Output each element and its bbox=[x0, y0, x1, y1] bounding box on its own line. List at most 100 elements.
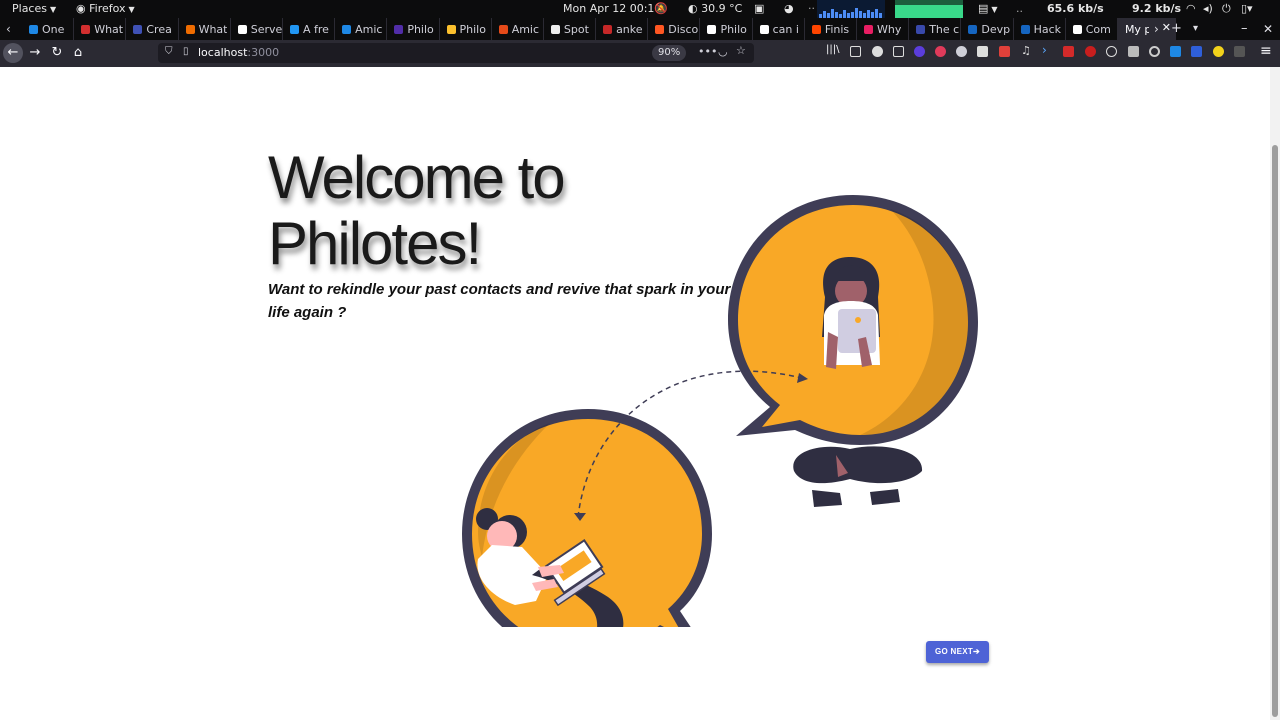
library-icon[interactable]: |||\ bbox=[826, 44, 839, 55]
tab-title: Philo bbox=[459, 22, 486, 36]
volume-icon[interactable]: ◂) bbox=[1203, 2, 1213, 16]
reload-icon[interactable]: ↻ bbox=[47, 43, 67, 63]
extension-1-icon[interactable] bbox=[872, 46, 883, 57]
browser-tab[interactable]: Philo bbox=[387, 18, 440, 40]
extension-11-icon[interactable] bbox=[1128, 46, 1139, 57]
tab-favicon-icon bbox=[133, 24, 143, 34]
browser-tab[interactable]: Disco bbox=[648, 18, 701, 40]
bookmark-star-icon[interactable]: ☆ bbox=[736, 44, 746, 57]
browser-tab[interactable]: Spot bbox=[544, 18, 597, 40]
back-arrow-icon[interactable]: ← bbox=[3, 43, 23, 63]
browser-tab[interactable]: What bbox=[179, 18, 231, 40]
browser-tab[interactable]: Hack bbox=[1014, 18, 1066, 40]
extension-5-icon[interactable] bbox=[956, 46, 967, 57]
new-tab-icon[interactable]: + bbox=[1171, 21, 1182, 36]
memory-graph bbox=[895, 0, 963, 18]
extension-3-icon[interactable] bbox=[914, 46, 925, 57]
forward-arrow-icon[interactable]: → bbox=[25, 43, 45, 63]
tab-title: Philo bbox=[407, 22, 434, 36]
upload-speed: 9.2 kb/s bbox=[1132, 2, 1182, 15]
tab-favicon-icon bbox=[446, 24, 456, 34]
minimize-icon[interactable]: – bbox=[1241, 21, 1248, 36]
wifi-icon[interactable]: ◠ bbox=[1186, 2, 1196, 16]
notifications-muted-icon: 🔕 bbox=[654, 2, 668, 15]
browser-tab[interactable]: Amic bbox=[335, 18, 388, 40]
browser-tab[interactable]: The c bbox=[909, 18, 962, 40]
browser-tab[interactable]: What bbox=[74, 18, 127, 40]
page-info-icon[interactable]: ▯ bbox=[183, 46, 189, 57]
scrollbar-thumb[interactable] bbox=[1272, 145, 1278, 717]
extension-13-icon[interactable] bbox=[1170, 46, 1181, 57]
places-menu[interactable]: Places ▼ bbox=[12, 2, 56, 17]
battery-icon[interactable]: ▯▾ bbox=[1241, 2, 1253, 16]
extension-2-icon[interactable] bbox=[893, 46, 904, 57]
extension-7-icon[interactable]: › bbox=[1042, 43, 1053, 57]
extension-10-icon[interactable] bbox=[1106, 46, 1117, 57]
firefox-app-menu[interactable]: ◉ Firefox ▼ bbox=[76, 2, 135, 17]
browser-tab[interactable]: Finis bbox=[805, 18, 857, 40]
pocket-icon[interactable]: ◡ bbox=[718, 45, 728, 58]
browser-tab[interactable]: Why bbox=[857, 18, 910, 40]
zoom-level-badge[interactable]: 90% bbox=[652, 45, 687, 61]
tab-title: Finis bbox=[824, 22, 850, 36]
browser-tab[interactable]: can i bbox=[753, 18, 805, 40]
browser-tab[interactable]: A fre bbox=[283, 18, 336, 40]
tab-title: Disco bbox=[668, 22, 699, 36]
extension-12-icon[interactable] bbox=[1149, 46, 1160, 57]
tab-title: anke bbox=[616, 22, 643, 36]
tracking-shield-icon[interactable]: ⛉ bbox=[165, 46, 173, 57]
tab-title: Spot bbox=[563, 22, 589, 36]
browser-tab[interactable]: Amic bbox=[492, 18, 544, 40]
tab-title: Com bbox=[1085, 22, 1111, 36]
browser-tab[interactable]: Com bbox=[1066, 18, 1118, 40]
separator-dots: ·· bbox=[808, 2, 815, 15]
extension-6-icon[interactable] bbox=[977, 46, 988, 57]
power-icon[interactable]: ⏻ bbox=[1222, 2, 1231, 16]
tab-favicon-icon bbox=[968, 24, 978, 34]
tab-favicon-icon bbox=[29, 24, 38, 34]
extension-9-icon[interactable] bbox=[1085, 46, 1096, 57]
system-top-bar: Places ▼ ◉ Firefox ▼ Mon Apr 12 00:10 🔕 ◐ … bbox=[0, 0, 1280, 18]
extension-15-icon[interactable] bbox=[1213, 46, 1224, 57]
url-text[interactable]: localhost:3000 bbox=[198, 46, 279, 59]
clock[interactable]: Mon Apr 12 00:10 bbox=[563, 2, 661, 16]
home-icon[interactable]: ⌂ bbox=[68, 43, 88, 63]
page-actions-icon[interactable]: ••• bbox=[698, 45, 717, 58]
go-next-button[interactable]: GO NEXT➔ bbox=[926, 641, 989, 663]
tab-favicon-icon bbox=[550, 24, 560, 34]
extension-4-icon[interactable] bbox=[935, 46, 946, 57]
browser-tab[interactable]: Serve bbox=[231, 18, 283, 40]
browser-tab[interactable]: Devp bbox=[961, 18, 1014, 40]
extension-16-icon[interactable] bbox=[1234, 46, 1245, 57]
tab-title: Hack bbox=[1033, 22, 1061, 36]
tab-favicon-icon bbox=[707, 24, 717, 34]
browser-tab[interactable]: Philo bbox=[440, 18, 492, 40]
gmail-icon[interactable] bbox=[999, 46, 1010, 57]
page-scrollbar[interactable] bbox=[1270, 67, 1280, 720]
music-icon[interactable]: ♫ bbox=[1021, 44, 1032, 57]
browser-tab[interactable]: One bbox=[22, 18, 75, 40]
browser-tab[interactable]: My pa ✕ bbox=[1117, 18, 1176, 40]
tab-favicon-icon bbox=[498, 24, 508, 34]
sidebar-icon[interactable] bbox=[850, 46, 861, 57]
camera-icon[interactable]: ▣ bbox=[754, 2, 764, 16]
clipboard-icon[interactable]: ▤ ▼ bbox=[978, 2, 998, 17]
browser-tab[interactable]: Philo bbox=[700, 18, 753, 40]
tab-favicon-icon bbox=[916, 24, 926, 34]
tab-favicon-icon bbox=[289, 24, 299, 34]
scroll-tabs-left-icon[interactable]: ‹ bbox=[6, 22, 11, 36]
tab-title: My pa bbox=[1124, 22, 1149, 36]
window-close-icon[interactable]: ✕ bbox=[1263, 22, 1273, 36]
browser-tab[interactable]: anke bbox=[596, 18, 649, 40]
tab-title: The c bbox=[929, 22, 960, 36]
hamburger-menu-icon[interactable]: ≡ bbox=[1260, 43, 1272, 59]
tab-close-icon[interactable]: ✕ bbox=[1162, 21, 1171, 34]
browser-tab[interactable]: Crea bbox=[126, 18, 179, 40]
list-all-tabs-icon[interactable]: ▾ bbox=[1193, 23, 1198, 34]
navigation-toolbar: ← → ↻ ⌂ ⛉ ▯ localhost:3000 90% ••• ◡ ☆ |… bbox=[0, 40, 1280, 67]
scroll-tabs-right-icon[interactable]: › bbox=[1154, 22, 1159, 36]
extension-14-icon[interactable] bbox=[1191, 46, 1202, 57]
discord-icon[interactable]: ◕ bbox=[784, 2, 794, 16]
address-bar[interactable]: ⛉ ▯ localhost:3000 90% ••• ◡ ☆ bbox=[158, 43, 754, 63]
extension-8-icon[interactable] bbox=[1063, 46, 1074, 57]
